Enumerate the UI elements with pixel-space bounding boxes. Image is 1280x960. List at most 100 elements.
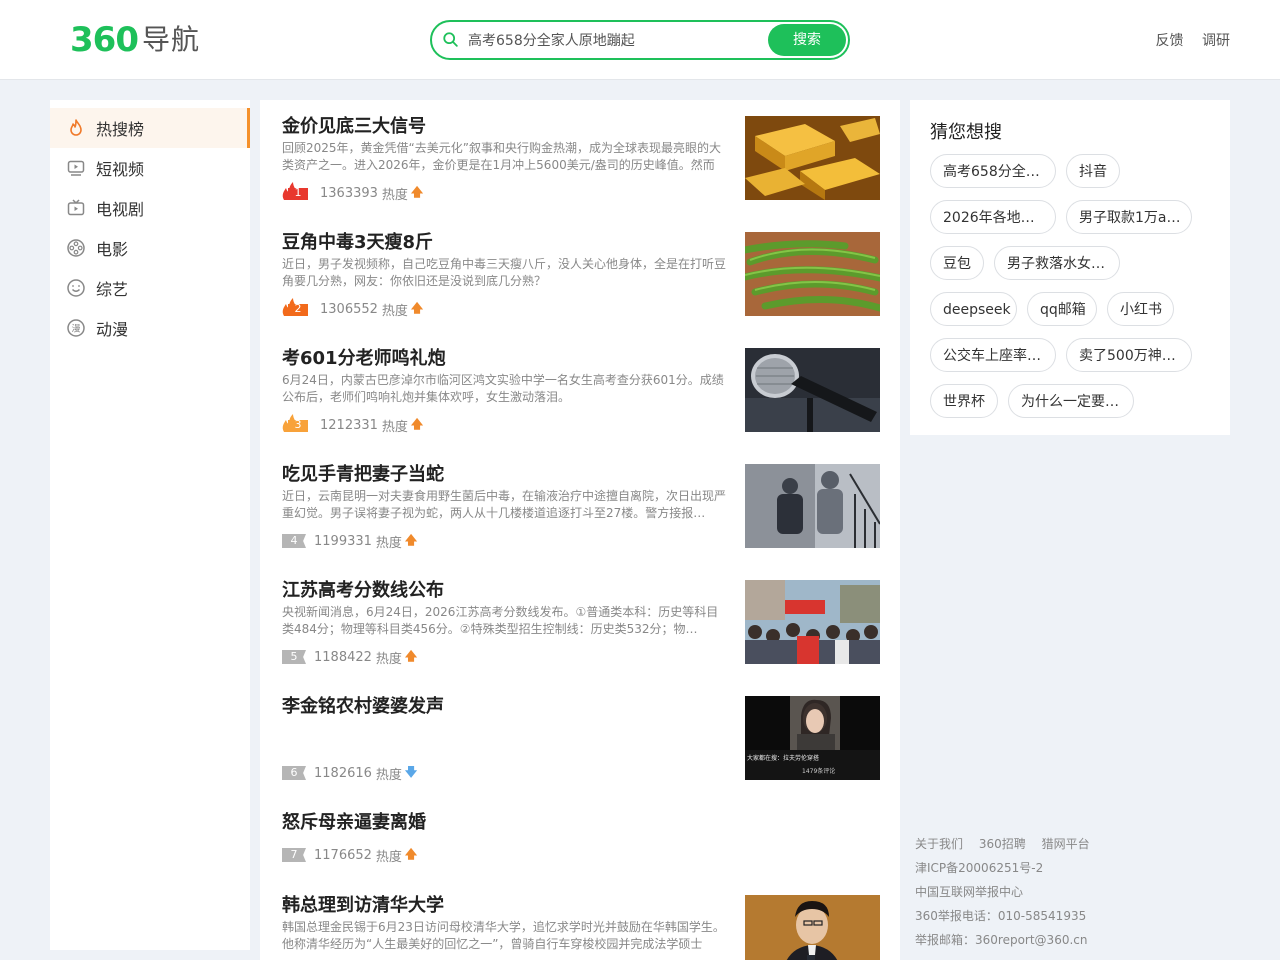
list-item[interactable]: 江苏高考分数线公布 央视新闻消息，6月24日，2026江苏高考分数线发布。①普通… <box>282 564 880 667</box>
sidebar-item-variety[interactable]: 综艺 <box>50 268 250 308</box>
item-thumbnail[interactable]: 大家都在搜：拉夫劳伦穿搭 1479条评论 <box>745 696 880 780</box>
survey-link[interactable]: 调研 <box>1202 33 1230 49</box>
list-item[interactable]: 韩总理到访清华大学 韩国总理金民锡于6月23日访问母校清华大学，追忆求学时光并鼓… <box>282 879 880 960</box>
video-icon <box>66 158 86 178</box>
item-desc: 近日，男子发视频称，自己吃豆角中毒三天瘦八斤，没人关心他身体，全是在打听豆角要几… <box>282 257 726 288</box>
footer-link-about[interactable]: 关于我们 <box>915 837 963 851</box>
sidebar-item-anime[interactable]: 漫 动漫 <box>50 308 250 348</box>
footer-icp[interactable]: 津ICP备20006251号-2 <box>915 856 1102 880</box>
item-meta: 5 1188422 热度 🡅 <box>282 648 418 667</box>
item-title[interactable]: 韩总理到访清华大学 <box>282 891 444 917</box>
trend-up-icon: 🡅 <box>404 648 418 663</box>
item-meta: 2 1306552 热度 🡅 <box>282 298 423 319</box>
item-desc: 韩国总理金民锡于6月23日访问母校清华大学，追忆求学时光并鼓励在华韩国学生。他称… <box>282 920 725 951</box>
item-desc: 央视新闻消息，6月24日，2026江苏高考分数线发布。①普通类本科：历史等科目类… <box>282 605 719 636</box>
item-title[interactable]: 豆角中毒3天瘦8斤 <box>282 228 433 254</box>
site-logo[interactable]: 360 导航 <box>70 22 200 58</box>
item-thumbnail[interactable] <box>745 580 880 664</box>
list-item[interactable]: 李金铭农村婆婆发声 6 1182616 热度 🡇 大家都在搜：拉夫劳伦穿搭 14… <box>282 680 880 783</box>
sidebar-item-label: 电影 <box>96 240 129 259</box>
guess-panel: 猜您想搜 高考658分全… 抖音 2026年各地… 男子取款1万a… 豆包 男子… <box>910 100 1230 435</box>
trend-up-icon: 🡅 <box>404 846 418 861</box>
site-footer: 关于我们 360招聘 猎网平台 津ICP备20006251号-2 中国互联网举报… <box>915 832 1102 952</box>
rank-number: 3 <box>294 418 302 431</box>
item-title[interactable]: 怒斥母亲逼妻离婚 <box>282 808 426 834</box>
heat-value: 1199331 <box>314 533 372 549</box>
rank-number: 7 <box>282 848 306 862</box>
list-item[interactable]: 吃见手青把妻子当蛇 近日，云南昆明一对夫妻食用野生菌后中毒，在输液治疗中途擅自离… <box>282 448 880 551</box>
item-title[interactable]: 金价见底三大信号 <box>282 112 426 138</box>
feedback-link[interactable]: 反馈 <box>1156 33 1184 49</box>
hot-search-list: 金价见底三大信号 回顾2025年，黄金凭借“去美元化”叙事和央行购金热潮，成为全… <box>260 100 900 960</box>
item-meta: 3 1212331 热度 🡅 <box>282 414 424 435</box>
heat-label: 热度 <box>381 187 408 203</box>
list-item[interactable]: 金价见底三大信号 回顾2025年，黄金凭借“去美元化”叙事和央行购金热潮，成为全… <box>282 100 880 203</box>
sidebar-item-short-video[interactable]: 短视频 <box>50 148 250 188</box>
item-title[interactable]: 李金铭农村婆婆发声 <box>282 692 444 718</box>
footer-link-liewang[interactable]: 猎网平台 <box>1042 837 1090 851</box>
rank-badge: 3 <box>282 414 308 432</box>
guess-tag[interactable]: 男子取款1万a… <box>1066 200 1192 234</box>
heat-value: 1363393 <box>320 185 378 201</box>
heat-label: 热度 <box>381 419 408 435</box>
search-input[interactable] <box>468 28 758 52</box>
footer-report-center[interactable]: 中国互联网举报中心 <box>915 880 1102 904</box>
item-title[interactable]: 江苏高考分数线公布 <box>282 576 444 602</box>
top-bar: 360 导航 搜索 反馈 调研 <box>0 0 1280 80</box>
sidebar-item-movie[interactable]: 电影 <box>50 228 250 268</box>
trend-down-icon: 🡇 <box>404 764 418 779</box>
item-title[interactable]: 考601分老师鸣礼炮 <box>282 344 446 370</box>
guess-tag[interactable]: 男子救落水女… <box>994 246 1120 280</box>
item-thumbnail[interactable] <box>745 348 880 432</box>
svg-text:漫: 漫 <box>71 323 80 335</box>
footer-email: 举报邮箱：360report@360.cn <box>915 933 1088 947</box>
item-thumbnail[interactable] <box>745 464 880 548</box>
item-meta: 6 1182616 热度 🡇 <box>282 764 418 783</box>
rank-badge: 1 <box>282 182 308 200</box>
sidebar-item-hot[interactable]: 热搜榜 <box>50 108 250 148</box>
item-title[interactable]: 吃见手青把妻子当蛇 <box>282 460 444 486</box>
item-thumbnail[interactable] <box>745 895 880 960</box>
search-button[interactable]: 搜索 <box>768 24 846 56</box>
trend-up-icon: 🡅 <box>410 184 424 199</box>
rank-badge: 6 <box>282 766 306 780</box>
sidebar-item-tv[interactable]: 电视剧 <box>50 188 250 228</box>
smile-icon <box>66 278 86 298</box>
item-thumbnail[interactable] <box>745 232 880 316</box>
logo-text: 导航 <box>141 23 200 56</box>
guess-tag[interactable]: 卖了500万神… <box>1066 338 1192 372</box>
item-meta: 1 1363393 热度 🡅 <box>282 182 424 203</box>
guess-tag[interactable]: 公交车上座率… <box>930 338 1056 372</box>
guess-tag[interactable]: 世界杯 <box>930 384 998 418</box>
guess-tag[interactable]: 2026年各地… <box>930 200 1056 234</box>
heat-value: 1176652 <box>314 847 372 863</box>
top-links: 反馈 调研 <box>1142 30 1230 50</box>
rank-badge: 7 <box>282 848 306 862</box>
rank-badge: 4 <box>282 534 306 548</box>
item-desc: 近日，云南昆明一对夫妻食用野生菌后中毒，在输液治疗中途擅自离院，次日出现严重幻觉… <box>282 489 726 520</box>
heat-value: 1188422 <box>314 649 372 665</box>
item-thumbnail[interactable] <box>745 116 880 200</box>
logo-number: 360 <box>70 20 139 60</box>
trend-up-icon: 🡅 <box>410 416 424 431</box>
rank-badge: 2 <box>282 298 308 316</box>
heat-value: 1306552 <box>320 301 378 317</box>
comment-count: 1479条评论 <box>802 768 836 775</box>
rank-number: 5 <box>282 650 306 664</box>
video-overlay-text: 大家都在搜：拉夫劳伦穿搭 <box>747 755 820 762</box>
guess-tag[interactable]: 小红书 <box>1107 292 1174 326</box>
guess-tag[interactable]: 抖音 <box>1066 154 1120 188</box>
sidebar-item-label: 综艺 <box>96 280 129 299</box>
guess-tag[interactable]: 豆包 <box>930 246 984 280</box>
guess-tag[interactable]: 为什么一定要… <box>1008 384 1134 418</box>
guess-tag[interactable]: qq邮箱 <box>1027 292 1097 326</box>
heat-label: 热度 <box>375 535 402 551</box>
footer-link-jobs[interactable]: 360招聘 <box>979 837 1026 851</box>
heat-label: 热度 <box>375 849 402 865</box>
guess-tag[interactable]: 高考658分全… <box>930 154 1056 188</box>
list-item[interactable]: 考601分老师鸣礼炮 6月24日，内蒙古巴彦淖尔市临河区鸿文实验中学一名女生高考… <box>282 332 880 435</box>
guess-tag[interactable]: deepseek <box>930 292 1017 326</box>
category-sidebar: 热搜榜 短视频 电视剧 电影 综艺 漫 动漫 <box>50 100 250 950</box>
item-desc <box>282 720 726 754</box>
list-item[interactable]: 豆角中毒3天瘦8斤 近日，男子发视频称，自己吃豆角中毒三天瘦八斤，没人关心他身体… <box>282 216 880 319</box>
